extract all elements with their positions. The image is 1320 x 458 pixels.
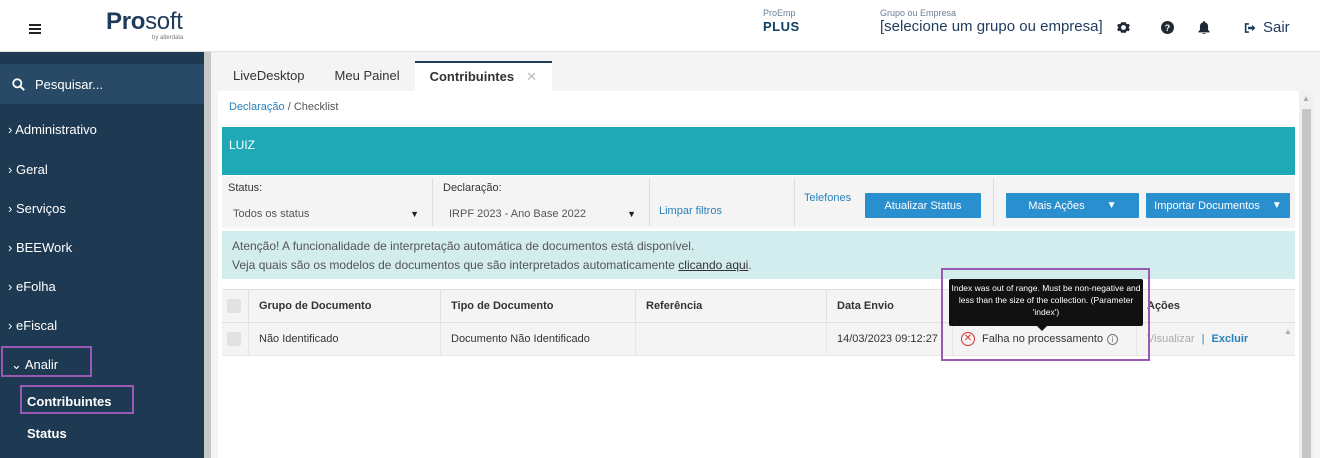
group-label: Grupo ou Empresa [880,8,957,18]
logout-button[interactable]: Sair [1244,19,1290,36]
column-data-envio[interactable]: Data Envio [826,290,952,322]
filter-bar: Status: Todos os status ▼ Declaração: IRP… [222,176,1295,228]
taxpayer-banner: LUIZ [222,127,1295,175]
row-checkbox[interactable] [227,332,241,346]
search-placeholder: Pesquisar... [35,76,103,92]
clear-filters-link[interactable]: Limpar filtros [659,205,722,217]
sidebar-item-beework[interactable]: › BEEWork [8,240,72,255]
help-icon[interactable]: ? [1160,20,1174,34]
caret-down-icon: ▼ [1106,200,1117,211]
highlight-box-status [941,268,1150,361]
tab-contribuintes[interactable]: Contribuintes ✕ [414,61,552,91]
cell-grupo: Não Identificado [248,323,440,356]
caret-down-icon: ▼ [1271,200,1282,211]
logo: Prosoft by alterdata [106,8,184,42]
env-value: PLUS [763,19,800,34]
group-selector[interactable]: Grupo ou Empresa [selecione um grupo ou … [880,8,1103,35]
status-filter-label: Status: [228,182,263,194]
sidebar-scrollbar[interactable] [204,52,211,458]
tab-livedesktop[interactable]: LiveDesktop [218,61,320,91]
column-acoes: Ações [1136,290,1281,322]
cell-tipo: Documento Não Identificado [440,323,635,356]
sidebar-subitem-status[interactable]: Status [27,426,67,441]
cell-data-envio: 14/03/2023 09:12:27 [826,323,952,356]
group-value[interactable]: [selecione um grupo ou empresa] [880,18,1103,35]
cell-acoes: Visualizar | Excluir [1136,323,1281,356]
column-referencia[interactable]: Referência [635,290,826,322]
delete-action[interactable]: Excluir [1211,333,1248,345]
sidebar: Pesquisar... › Administrativo › Geral › … [0,52,204,458]
view-action[interactable]: Visualizar [1147,333,1195,345]
taxpayer-name: LUIZ [229,138,256,152]
scroll-up-icon[interactable]: ▲ [1302,94,1310,103]
cell-referencia [635,323,826,356]
env-label: ProEmp [763,8,796,18]
svg-text:?: ? [1164,22,1169,32]
column-grupo-documento[interactable]: Grupo de Documento [248,290,440,322]
sidebar-item-efiscal[interactable]: › eFiscal [8,318,57,333]
scrollbar-thumb[interactable] [1302,109,1311,458]
sidebar-item-servicos[interactable]: › Serviços [8,201,66,216]
status-filter-select[interactable]: Todos os status ▼ [227,203,425,225]
menu-icon[interactable] [29,24,41,34]
more-actions-button[interactable]: Mais Ações ▼ [1006,193,1139,218]
tab-meu-painel[interactable]: Meu Painel [319,61,415,91]
declaracao-filter-select[interactable]: IRPF 2023 - Ano Base 2022 ▼ [443,203,642,225]
highlight-box-contribuintes [20,385,134,414]
update-status-button[interactable]: Atualizar Status [865,193,981,218]
select-all-checkbox[interactable] [227,299,241,313]
environment-info: ProEmp PLUS [763,8,800,34]
gear-icon[interactable] [1116,20,1130,34]
search-icon [12,77,25,91]
breadcrumb-current: Checklist [293,101,339,113]
close-icon[interactable]: ✕ [526,69,537,84]
import-documents-button[interactable]: Importar Documentos ▼ [1146,193,1290,218]
column-tipo-documento[interactable]: Tipo de Documento [440,290,635,322]
breadcrumb-link-declaracao[interactable]: Declaração [229,101,285,113]
tab-bar: LiveDesktop Meu Painel Contribuintes ✕ [218,61,552,91]
logout-icon [1244,22,1256,33]
sidebar-item-geral[interactable]: › Geral [8,162,48,177]
caret-down-icon: ▼ [627,209,636,219]
notice-link[interactable]: clicando aqui [678,258,748,272]
content-scrollbar[interactable]: ▲ [1299,91,1313,458]
sidebar-search[interactable]: Pesquisar... [0,64,204,104]
phones-link[interactable]: Telefones [804,192,851,204]
declaracao-filter-label: Declaração: [443,182,502,194]
main-content: LiveDesktop Meu Painel Contribuintes ✕ De… [211,52,1320,458]
caret-down-icon: ▼ [410,209,419,219]
top-bar: Prosoft by alterdata ProEmp PLUS Grupo o… [0,0,1320,52]
bell-icon[interactable] [1197,20,1211,34]
sidebar-item-efolha[interactable]: › eFolha [8,279,56,294]
highlight-box-analir [1,346,92,377]
sidebar-item-administrativo[interactable]: › Administrativo [8,122,97,137]
table-scroll-up-icon[interactable]: ▲ [1284,327,1292,336]
breadcrumb: Declaração / Checklist [229,101,339,113]
